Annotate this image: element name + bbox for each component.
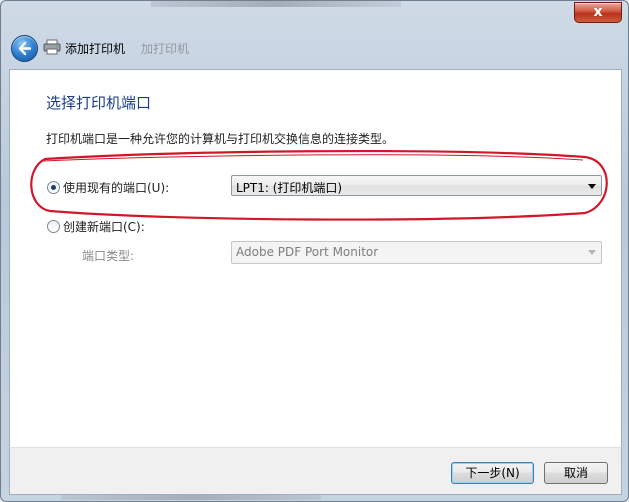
- background-ghost: [151, 1, 401, 7]
- back-button[interactable]: [11, 35, 38, 62]
- create-new-port-label[interactable]: 创建新端口(C):: [63, 218, 145, 235]
- window-title: 添加打印机: [65, 42, 126, 56]
- chevron-down-icon: [588, 184, 596, 189]
- page-heading: 选择打印机端口: [46, 94, 152, 112]
- use-existing-port-label[interactable]: 使用现有的端口(U):: [63, 179, 169, 196]
- port-type-select[interactable]: Adobe PDF Port Monitor: [231, 241, 602, 264]
- port-type-value: Adobe PDF Port Monitor: [236, 245, 379, 259]
- add-printer-window: x 添加打印机 加打印机 选择打印机端口 打印机端口是一种允许您的计算机与打印机…: [0, 0, 629, 502]
- background-ghost-text: 加打印机: [141, 42, 190, 56]
- background-ghost-bottom: [61, 495, 321, 500]
- wizard-footer: 下一步(N) 取消: [9, 447, 622, 495]
- existing-port-select[interactable]: LPT1: (打印机端口): [231, 175, 602, 196]
- page-description: 打印机端口是一种允许您的计算机与打印机交换信息的连接类型。: [46, 132, 395, 146]
- port-type-label: 端口类型:: [82, 249, 135, 263]
- close-button[interactable]: x: [574, 2, 622, 23]
- back-arrow-icon: [18, 41, 32, 56]
- wizard-content: 选择打印机端口 打印机端口是一种允许您的计算机与打印机交换信息的连接类型。 使用…: [9, 69, 622, 448]
- wizard-header: 添加打印机 加打印机: [1, 23, 628, 69]
- printer-icon: [43, 39, 61, 55]
- existing-port-value: LPT1: (打印机端口): [236, 181, 343, 195]
- cancel-button[interactable]: 取消: [544, 462, 608, 484]
- next-button[interactable]: 下一步(N): [451, 462, 534, 484]
- chevron-down-icon: [588, 250, 596, 255]
- use-existing-port-radio[interactable]: [47, 181, 60, 194]
- create-new-port-radio[interactable]: [47, 220, 60, 233]
